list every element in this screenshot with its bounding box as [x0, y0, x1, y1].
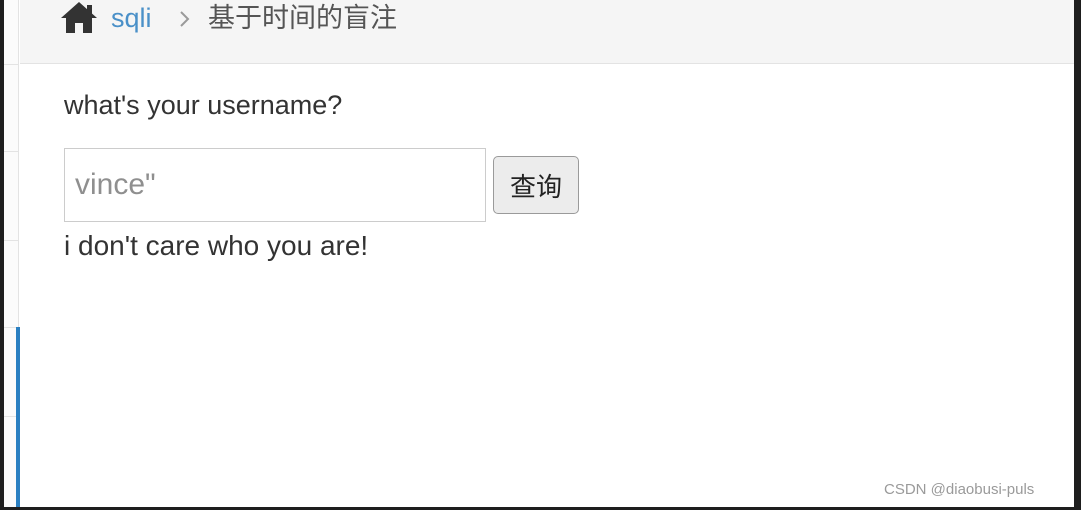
breadcrumb-link-sqli[interactable]: sqli	[111, 2, 152, 34]
username-prompt: what's your username?	[64, 90, 343, 120]
breadcrumb-current: 基于时间的盲注	[208, 3, 397, 33]
chevron-right-icon	[177, 8, 193, 30]
query-button[interactable]: 查询	[493, 156, 579, 214]
sidebar-divider	[4, 64, 19, 65]
page-frame: sqli 基于时间的盲注 what's your username? 查询 i …	[4, 0, 1074, 507]
home-icon[interactable]	[59, 0, 99, 34]
watermark: CSDN @diaobusi-puls	[884, 481, 1035, 498]
breadcrumb: sqli 基于时间的盲注	[20, 0, 1074, 64]
sidebar-active-indicator	[16, 327, 20, 507]
username-input[interactable]	[64, 148, 486, 222]
result-message: i don't care who you are!	[64, 230, 369, 261]
sidebar-divider	[4, 151, 19, 152]
sidebar-divider	[4, 240, 19, 241]
